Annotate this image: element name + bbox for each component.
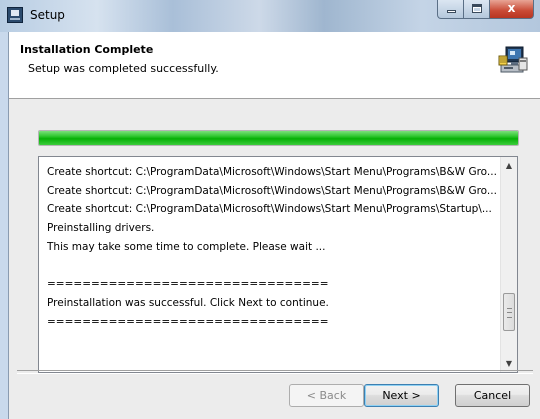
log-line: Create shortcut: C:\ProgramData\Microsof… [47, 184, 497, 197]
log-scrollbar[interactable]: ▲ ▼ [500, 157, 517, 372]
log-line: Preinstallation was successful. Click Ne… [47, 296, 329, 309]
close-icon: x [507, 1, 516, 15]
scroll-thumb[interactable] [503, 293, 515, 331]
caption-buttons: x [437, 0, 534, 20]
scroll-up-icon[interactable]: ▲ [501, 157, 517, 174]
page-title: Installation Complete [20, 43, 154, 56]
close-button[interactable]: x [490, 0, 534, 19]
install-log: Create shortcut: C:\ProgramData\Microsof… [38, 156, 518, 373]
log-line: Create shortcut: C:\ProgramData\Microsof… [47, 166, 497, 178]
maximize-icon [472, 4, 482, 13]
window-title: Setup [30, 8, 65, 22]
log-line: ================================ [47, 278, 329, 291]
setup-app-icon [7, 7, 23, 23]
wizard-header: Installation Complete Setup was complete… [9, 32, 540, 99]
progress-fill [39, 131, 518, 145]
grip-icon [507, 308, 512, 318]
cancel-button[interactable]: Cancel [455, 384, 530, 407]
page-subtitle: Setup was completed successfully. [28, 62, 219, 75]
log-line: Preinstalling drivers. [47, 222, 155, 235]
installer-computer-icon [498, 46, 528, 73]
minimize-icon [447, 10, 456, 13]
next-button[interactable]: Next > [364, 384, 439, 407]
log-line: This may take some time to complete. Ple… [47, 240, 326, 253]
back-button[interactable]: < Back [289, 384, 364, 407]
title-bar[interactable]: Setup x [0, 0, 540, 32]
log-lines: Create shortcut: C:\ProgramData\Microsof… [47, 163, 497, 331]
log-line: Create shortcut: C:\ProgramData\Microsof… [47, 203, 492, 216]
install-progress-bar [38, 130, 519, 146]
setup-window: Setup x Installation Complete Setup was … [0, 0, 540, 419]
log-line: ================================ [47, 315, 329, 328]
wizard-body: Installation Complete Setup was complete… [8, 32, 540, 419]
footer-divider [17, 370, 533, 374]
maximize-button[interactable] [464, 0, 490, 19]
minimize-button[interactable] [437, 0, 464, 19]
